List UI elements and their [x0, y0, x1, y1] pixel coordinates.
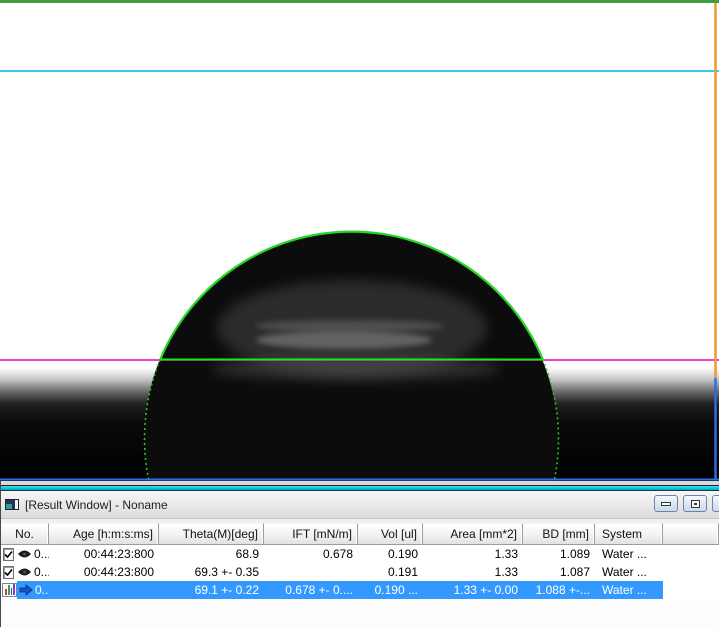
row-number: 0... [34, 563, 49, 581]
cell-vol: 0.190 ... [358, 581, 423, 599]
cell-bd: 1.089 [523, 545, 595, 563]
cell-vol: 0.190 [358, 545, 423, 563]
bar-chart-icon [2, 583, 17, 597]
result-window-titlebar[interactable]: [Result Window] - Noname [1, 491, 719, 519]
header-ift[interactable]: IFT [mN/m] [264, 523, 358, 545]
cell-age: 00:44:23:800 [49, 563, 159, 581]
cell-theta: 69.3 +- 0.35 [159, 563, 264, 581]
header-no[interactable]: No. [1, 523, 49, 545]
cell-ift: 0.678 [264, 545, 358, 563]
eye-icon [17, 567, 32, 577]
cell-age: 00:44:23:800 [49, 545, 159, 563]
result-table-header: No. Age [h:m:s:ms] Theta(M)[deg] IFT [mN… [1, 523, 719, 545]
row-number: 0... [35, 581, 49, 599]
cell-vol: 0.191 [358, 563, 423, 581]
header-area[interactable]: Area [mm*2] [423, 523, 523, 545]
cell-system: Water ... [595, 581, 663, 599]
minimize-icon [661, 502, 671, 506]
cell-theta: 68.9 [159, 545, 264, 563]
cell-system: Water ... [595, 545, 663, 563]
header-system[interactable]: System [595, 523, 663, 545]
cell-system: Water ... [595, 563, 663, 581]
minimize-button[interactable] [654, 495, 678, 512]
cell-ift: 0.678 +- 0.... [264, 581, 358, 599]
row-checkbox-checked[interactable] [3, 566, 14, 579]
drop-image [0, 0, 719, 481]
cell-area: 1.33 +- 0.00 [423, 581, 523, 599]
close-button[interactable] [712, 495, 719, 512]
header-theta[interactable]: Theta(M)[deg] [159, 523, 264, 545]
table-row[interactable]: 0... 00:44:23:800 68.9 0.678 0.190 1.33 … [1, 545, 719, 563]
row-checkbox-checked[interactable] [3, 548, 14, 561]
header-bd[interactable]: BD [mm] [523, 523, 595, 545]
restore-icon [691, 500, 700, 508]
cell-age [49, 581, 159, 599]
table-row-selected[interactable]: 0... 69.1 +- 0.22 0.678 +- 0.... 0.190 .… [1, 581, 719, 599]
result-window-icon [5, 499, 19, 510]
result-table-body: 0... 00:44:23:800 68.9 0.678 0.190 1.33 … [1, 545, 719, 599]
header-vol[interactable]: Vol [ul] [358, 523, 423, 545]
cell-bd: 1.087 [523, 563, 595, 581]
cell-area: 1.33 [423, 563, 523, 581]
header-empty[interactable] [663, 523, 719, 545]
cell-area: 1.33 [423, 545, 523, 563]
drop-camera-view [0, 0, 719, 481]
eye-icon [17, 549, 32, 559]
cell-theta: 69.1 +- 0.22 [159, 581, 264, 599]
header-age[interactable]: Age [h:m:s:ms] [49, 523, 159, 545]
result-window: [Result Window] - Noname No. Age [h:m:s:… [0, 481, 719, 627]
result-window-empty-area [1, 599, 719, 627]
row-number: 0... [34, 545, 49, 563]
cell-bd: 1.088 +-... [523, 581, 595, 599]
table-row[interactable]: 0... 00:44:23:800 69.3 +- 0.35 0.191 1.3… [1, 563, 719, 581]
restore-button[interactable] [683, 495, 707, 512]
arrow-right-icon [19, 584, 33, 596]
cell-ift [264, 563, 358, 581]
result-window-title: [Result Window] - Noname [25, 498, 168, 512]
